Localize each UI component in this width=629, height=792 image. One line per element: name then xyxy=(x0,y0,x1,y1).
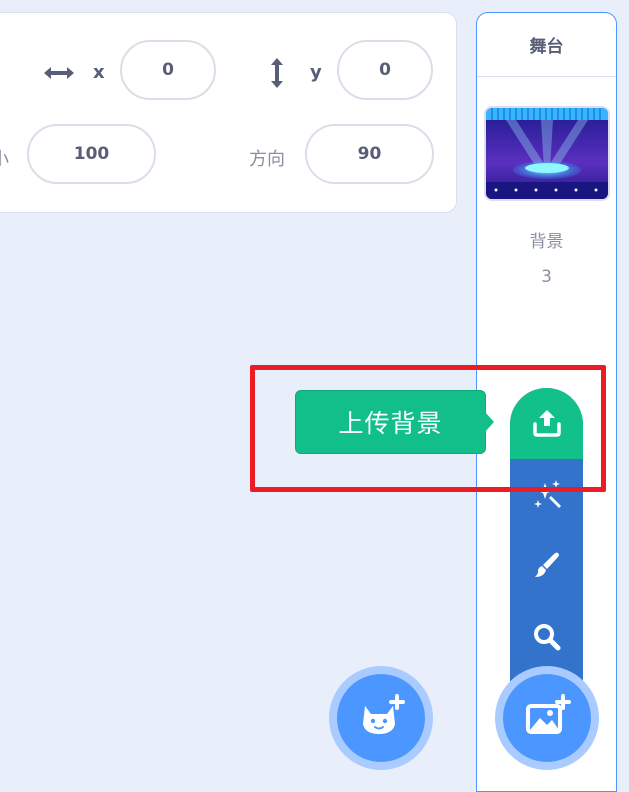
y-input[interactable]: 0 xyxy=(337,40,433,100)
add-sprite-button[interactable] xyxy=(329,666,433,770)
y-label: y xyxy=(310,62,322,83)
x-arrows-icon xyxy=(41,61,77,85)
x-input[interactable]: 0 xyxy=(120,40,216,100)
x-label: x xyxy=(93,62,105,83)
paint-backdrop-button[interactable] xyxy=(510,547,583,587)
stage-title: 舞台 xyxy=(477,13,616,77)
search-icon xyxy=(532,622,562,656)
y-arrows-icon xyxy=(265,55,289,91)
backdrop-add-icon xyxy=(523,694,571,742)
backdrop-label: 背景 xyxy=(529,232,564,252)
size-input[interactable]: 100 xyxy=(27,124,156,184)
direction-label: 方向 xyxy=(249,149,285,170)
sprite-info-panel: x 0 y 0 小 100 方向 90 xyxy=(0,12,457,213)
choose-backdrop-button[interactable] xyxy=(510,619,583,659)
direction-input[interactable]: 90 xyxy=(305,124,434,184)
paint-icon xyxy=(531,549,563,585)
cat-add-icon xyxy=(357,694,405,742)
stage-thumbnail[interactable] xyxy=(484,106,610,201)
highlight-annotation xyxy=(250,365,606,492)
size-label: 小 xyxy=(0,145,9,171)
add-backdrop-button[interactable] xyxy=(495,666,599,770)
backdrop-count: 3 xyxy=(541,267,552,287)
